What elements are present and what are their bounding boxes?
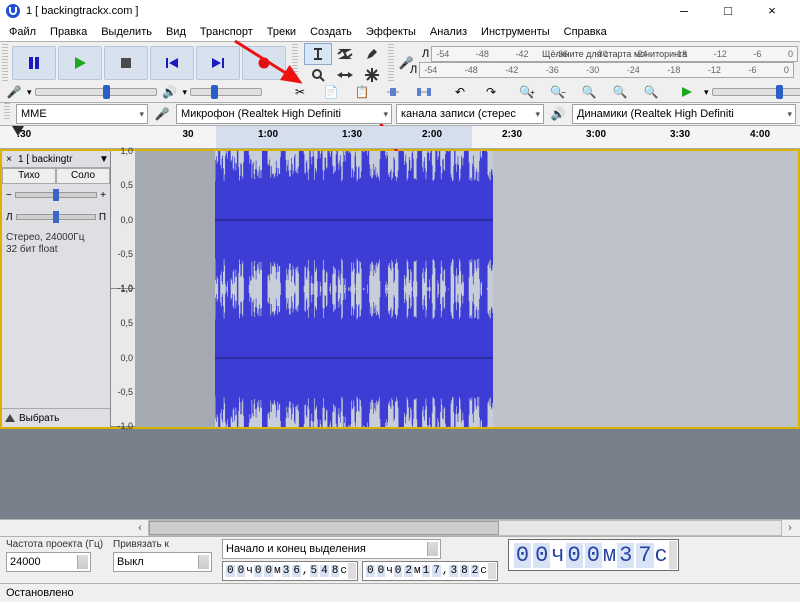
snap-to-label: Привязать к <box>113 539 212 550</box>
solo-button[interactable]: Соло <box>56 168 110 184</box>
waveform-area[interactable] <box>135 151 798 427</box>
menu-Эффекты[interactable]: Эффекты <box>359 25 423 39</box>
envelope-tool[interactable] <box>331 43 359 65</box>
recording-volume-slider[interactable] <box>35 88 157 96</box>
speaker-icon: 🔊 <box>160 83 180 101</box>
playback-device-combo[interactable]: Динамики (Realtek High Definiti <box>572 104 796 124</box>
menu-Транспорт[interactable]: Транспорт <box>193 25 260 39</box>
copy-button[interactable]: 📄 <box>317 81 345 103</box>
selection-tool[interactable] <box>304 43 332 65</box>
edit-toolbar: ✂ 📄 📋 <box>286 80 438 104</box>
fit-selection-button[interactable]: 🔍 <box>575 81 603 103</box>
menu-Вид[interactable]: Вид <box>159 25 193 39</box>
menu-Создать[interactable]: Создать <box>303 25 359 39</box>
device-toolbar: MME 🎤 Микрофон (Realtek High Definiti ка… <box>0 103 800 126</box>
menu-Инструменты[interactable]: Инструменты <box>474 25 557 39</box>
record-button[interactable] <box>242 46 286 80</box>
draw-tool[interactable] <box>358 43 386 65</box>
menu-Анализ[interactable]: Анализ <box>423 25 474 39</box>
snap-to-combo[interactable]: Выкл <box>113 552 212 572</box>
track-close-button[interactable]: × <box>2 154 16 165</box>
play-button[interactable] <box>58 46 102 80</box>
menu-Выделить[interactable]: Выделить <box>94 25 159 39</box>
audio-position-field[interactable]: 00ч00м37с <box>508 539 679 571</box>
menu-Файл[interactable]: Файл <box>2 25 43 39</box>
paste-button[interactable]: 📋 <box>348 81 376 103</box>
mic-device-icon: 🎤 <box>152 105 172 123</box>
transport-toolbar <box>10 46 288 80</box>
project-rate-label: Частота проекта (Гц) <box>6 539 103 550</box>
menu-Правка[interactable]: Правка <box>43 25 94 39</box>
menu-bar: ФайлПравкаВыделитьВидТранспортТрекиСозда… <box>0 23 800 41</box>
project-rate-combo[interactable]: 24000 <box>6 552 91 572</box>
status-text: Остановлено <box>6 587 74 599</box>
record-meter[interactable]: -54-48-42-36-30-24-18-12-60 Щёлкните для… <box>431 46 798 62</box>
redo-button[interactable]: ↷ <box>477 81 505 103</box>
track-control-panel: × 1 [ backingtr ▼ Тихо Соло −+ ЛП Стерео… <box>2 151 111 427</box>
amplitude-scale: 1,00,50,0-0,5-1,0 1,00,50,0-0,5-1,0 <box>111 151 135 427</box>
track-area: × 1 [ backingtr ▼ Тихо Соло −+ ЛП Стерео… <box>0 149 800 429</box>
track-collapse-button[interactable] <box>5 414 15 422</box>
play-at-speed-button[interactable] <box>673 81 701 103</box>
track-format-info: Стерео, 24000Гц32 бит float <box>2 228 110 260</box>
toolbars: 🎤 Л -54-48-42-36-30-24-18-12-60 Щёлкните… <box>0 41 800 103</box>
maximize-button[interactable]: □ <box>706 0 750 22</box>
selection-mode-combo[interactable]: Начало и конец выделения <box>222 539 441 559</box>
selection-bar: Частота проекта (Гц) 24000 Привязать к В… <box>0 537 800 584</box>
skip-end-button[interactable] <box>196 46 240 80</box>
mic-icon: 🎤 <box>4 83 24 101</box>
gain-slider[interactable]: −+ <box>2 184 110 206</box>
undo-button[interactable]: ↶ <box>446 81 474 103</box>
empty-track-area[interactable] <box>0 429 800 519</box>
zoom-out-button[interactable]: 🔍− <box>544 81 572 103</box>
playback-volume-slider[interactable] <box>190 88 262 96</box>
spk-device-icon: 🔊 <box>548 105 568 123</box>
pan-slider[interactable]: ЛП <box>2 206 110 228</box>
menu-Справка[interactable]: Справка <box>557 25 614 39</box>
title-bar: 1 [ backingtrackx.com ] — □ × <box>0 0 800 23</box>
audio-host-combo[interactable]: MME <box>16 104 148 124</box>
pause-button[interactable] <box>12 46 56 80</box>
playback-meter[interactable]: -54-48-42-36-30-24-18-12-60 <box>419 62 794 78</box>
stop-button[interactable] <box>104 46 148 80</box>
track-select-button[interactable]: Выбрать <box>19 413 59 424</box>
track-name[interactable]: 1 [ backingtr <box>16 154 98 165</box>
horizontal-scrollbar[interactable]: ‹› <box>0 519 800 537</box>
trim-button[interactable] <box>379 81 407 103</box>
skip-start-button[interactable] <box>150 46 194 80</box>
recording-channels-combo[interactable]: канала записи (стерес <box>396 104 544 124</box>
selection-end-field[interactable]: 00ч02м17,382с <box>362 561 498 581</box>
selection-start-field[interactable]: 00ч00м36,548с <box>222 561 358 581</box>
close-button[interactable]: × <box>750 0 794 22</box>
zoom-toggle-button[interactable]: 🔍 <box>637 81 665 103</box>
app-icon <box>6 4 20 18</box>
cut-button[interactable]: ✂ <box>286 81 314 103</box>
window-title: 1 [ backingtrackx.com ] <box>26 5 139 17</box>
play-meter-L: Л <box>410 64 417 76</box>
fit-project-button[interactable]: 🔍 <box>606 81 634 103</box>
zoom-in-button[interactable]: 🔍+ <box>513 81 541 103</box>
tools-toolbar <box>304 43 384 84</box>
mute-button[interactable]: Тихо <box>2 168 56 184</box>
play-speed-slider[interactable] <box>712 88 800 96</box>
minimize-button[interactable]: — <box>662 0 706 22</box>
rec-meter-L: Л <box>422 48 429 60</box>
track-menu-button[interactable]: ▼ <box>98 154 110 165</box>
status-bar: Остановлено <box>0 584 800 602</box>
silence-button[interactable] <box>410 81 438 103</box>
menu-Треки[interactable]: Треки <box>260 25 303 39</box>
recording-device-combo[interactable]: Микрофон (Realtek High Definiti <box>176 104 392 124</box>
